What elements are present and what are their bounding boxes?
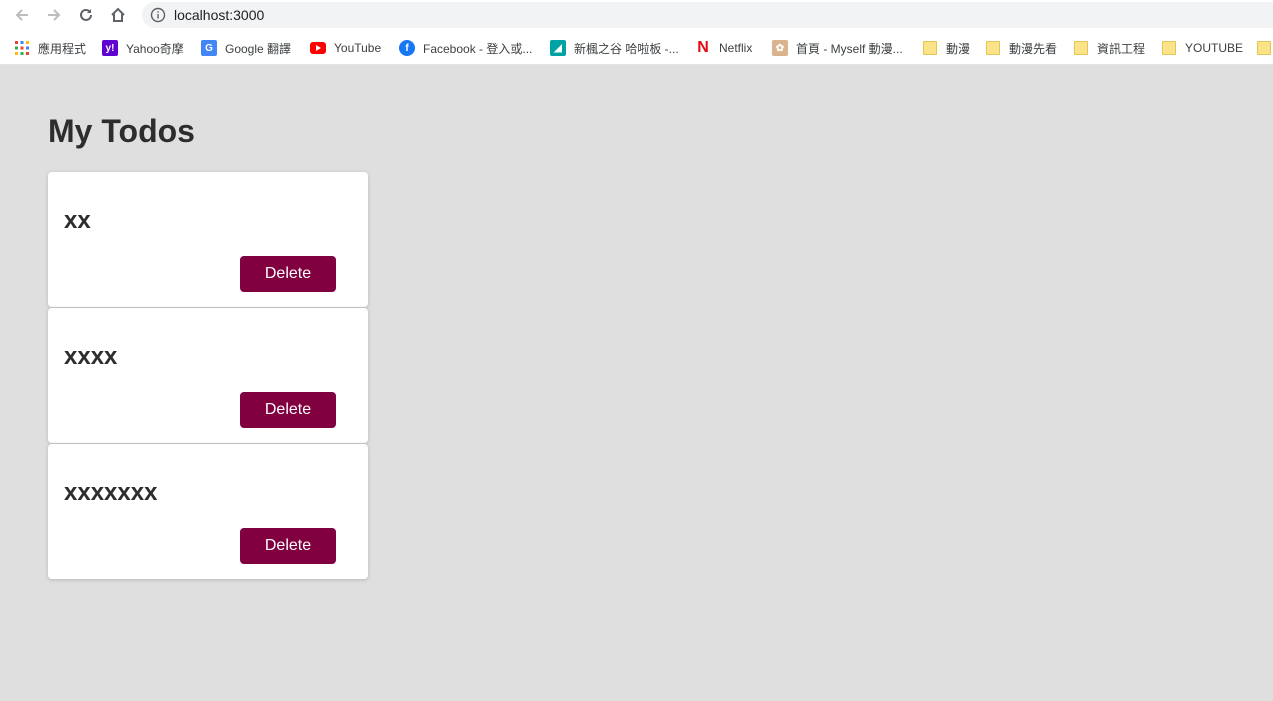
gamer-icon: ◢ xyxy=(550,40,566,56)
delete-button[interactable]: Delete xyxy=(240,528,336,564)
bookmark-label: 首頁 - Myself 動漫... xyxy=(796,41,903,56)
todo-title: xxxxxxx xyxy=(64,479,158,506)
bookmark-myself[interactable]: ✿ 首頁 - Myself 動漫... xyxy=(772,39,903,57)
folder-icon xyxy=(1256,40,1272,56)
todo-title: xxxx xyxy=(64,343,118,370)
todo-card: xxxx Delete xyxy=(48,308,368,443)
bookmark-folder-anime[interactable]: 動漫 xyxy=(922,39,970,57)
bookmark-apps[interactable]: 應用程式 xyxy=(14,39,86,57)
bookmark-folder-overflow[interactable] xyxy=(1256,39,1272,57)
myself-icon: ✿ xyxy=(772,40,788,56)
todo-card: xxxxxxx Delete xyxy=(48,444,368,579)
reload-icon[interactable] xyxy=(75,4,97,26)
bookmark-label: YouTube xyxy=(334,41,382,55)
browser-toolbar: localhost:3000 xyxy=(0,0,1273,31)
folder-icon xyxy=(1161,40,1177,56)
page-title: My Todos xyxy=(48,113,195,149)
google-translate-icon: G xyxy=(201,40,217,56)
bookmark-google-translate[interactable]: G Google 翻譯 xyxy=(201,39,291,57)
bookmark-gamer[interactable]: ◢ 新楓之谷 哈啦板 -... xyxy=(550,39,679,57)
bookmark-youtube[interactable]: YouTube xyxy=(310,39,381,57)
bookmark-yahoo[interactable]: y! Yahoo奇摩 xyxy=(102,39,184,57)
bookmark-label: 資訊工程 xyxy=(1097,41,1146,56)
bookmark-label: 動漫 xyxy=(946,41,971,56)
bookmark-folder-anime-preview[interactable]: 動漫先看 xyxy=(985,39,1057,57)
address-url[interactable]: localhost:3000 xyxy=(174,6,264,24)
home-icon[interactable] xyxy=(107,4,129,26)
bookmarks-bar: 應用程式 y! Yahoo奇摩 G Google 翻譯 YouTube f Fa… xyxy=(0,31,1273,65)
delete-button[interactable]: Delete xyxy=(240,256,336,292)
address-bar[interactable]: localhost:3000 xyxy=(142,2,1273,28)
bookmark-label: Netflix xyxy=(719,41,753,55)
youtube-icon xyxy=(310,40,326,56)
bookmark-folder-youtube[interactable]: YOUTUBE xyxy=(1161,39,1243,57)
bookmark-folder-cs[interactable]: 資訊工程 xyxy=(1073,39,1145,57)
back-arrow-icon[interactable] xyxy=(11,4,33,26)
bookmark-netflix[interactable]: N Netflix xyxy=(695,39,752,57)
todo-title: xx xyxy=(64,207,91,234)
bookmark-label: 應用程式 xyxy=(38,41,87,56)
delete-button[interactable]: Delete xyxy=(240,392,336,428)
folder-icon xyxy=(922,40,938,56)
forward-arrow-icon[interactable] xyxy=(43,4,65,26)
facebook-icon: f xyxy=(399,40,415,56)
bookmark-label: Google 翻譯 xyxy=(225,41,292,56)
bookmark-label: Yahoo奇摩 xyxy=(126,41,184,56)
info-icon[interactable] xyxy=(150,7,166,23)
netflix-icon: N xyxy=(697,39,709,56)
folder-icon xyxy=(1073,40,1089,56)
yahoo-icon: y! xyxy=(102,40,118,56)
bookmark-facebook[interactable]: f Facebook - 登入或... xyxy=(399,39,532,57)
apps-grid-icon xyxy=(14,40,30,56)
bookmark-label: 新楓之谷 哈啦板 -... xyxy=(574,41,679,56)
todo-card: xx Delete xyxy=(48,172,368,307)
bookmark-label: Facebook - 登入或... xyxy=(423,41,533,56)
bookmark-label: 動漫先看 xyxy=(1009,41,1058,56)
folder-icon xyxy=(985,40,1001,56)
bookmark-label: YOUTUBE xyxy=(1185,41,1244,55)
